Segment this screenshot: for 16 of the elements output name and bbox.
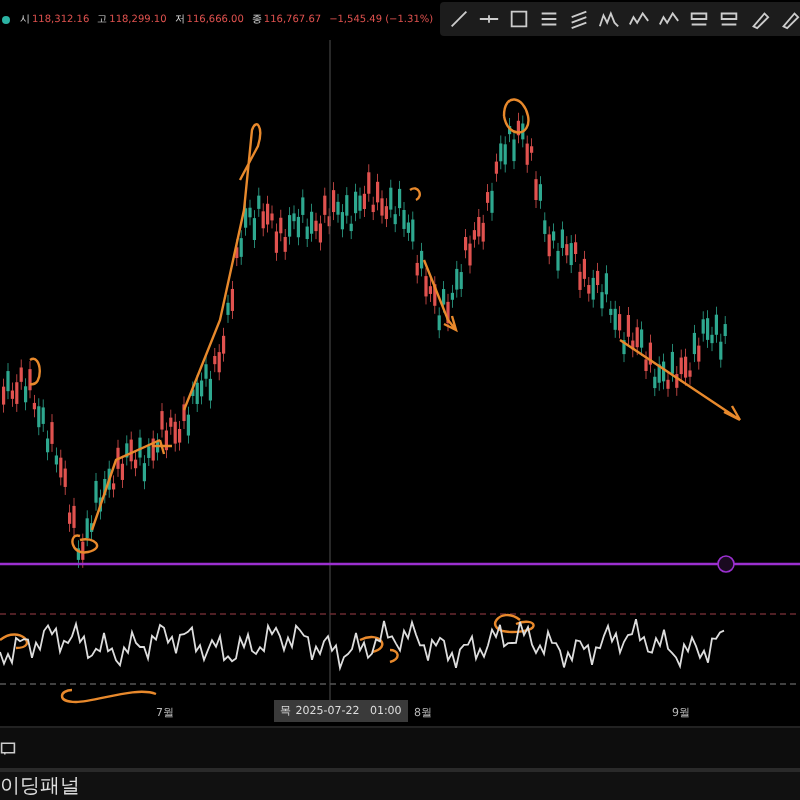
drawing-tool-icon[interactable] <box>537 8 560 31</box>
status-dot-icon <box>2 15 10 24</box>
drawing-tool-icon[interactable] <box>687 8 710 31</box>
drawing-tool-icon[interactable] <box>747 8 770 31</box>
panel-tab[interactable]: 이딩패널 <box>0 771 80 800</box>
drawing-tool-icon[interactable] <box>657 8 680 31</box>
alert-icon[interactable] <box>717 555 735 573</box>
drawing-tool-icon[interactable] <box>717 8 740 31</box>
panel-icon[interactable] <box>0 740 16 757</box>
drawing-tool-icon[interactable] <box>447 8 470 31</box>
drawing-tool-icon[interactable] <box>777 8 800 31</box>
horizontal-line[interactable] <box>0 562 800 565</box>
drawing-tool-icon[interactable] <box>507 8 530 31</box>
drawing-tool-icon[interactable] <box>567 8 590 31</box>
drawing-tool-icon[interactable] <box>627 8 650 31</box>
drawing-tool-icon[interactable] <box>597 8 620 31</box>
